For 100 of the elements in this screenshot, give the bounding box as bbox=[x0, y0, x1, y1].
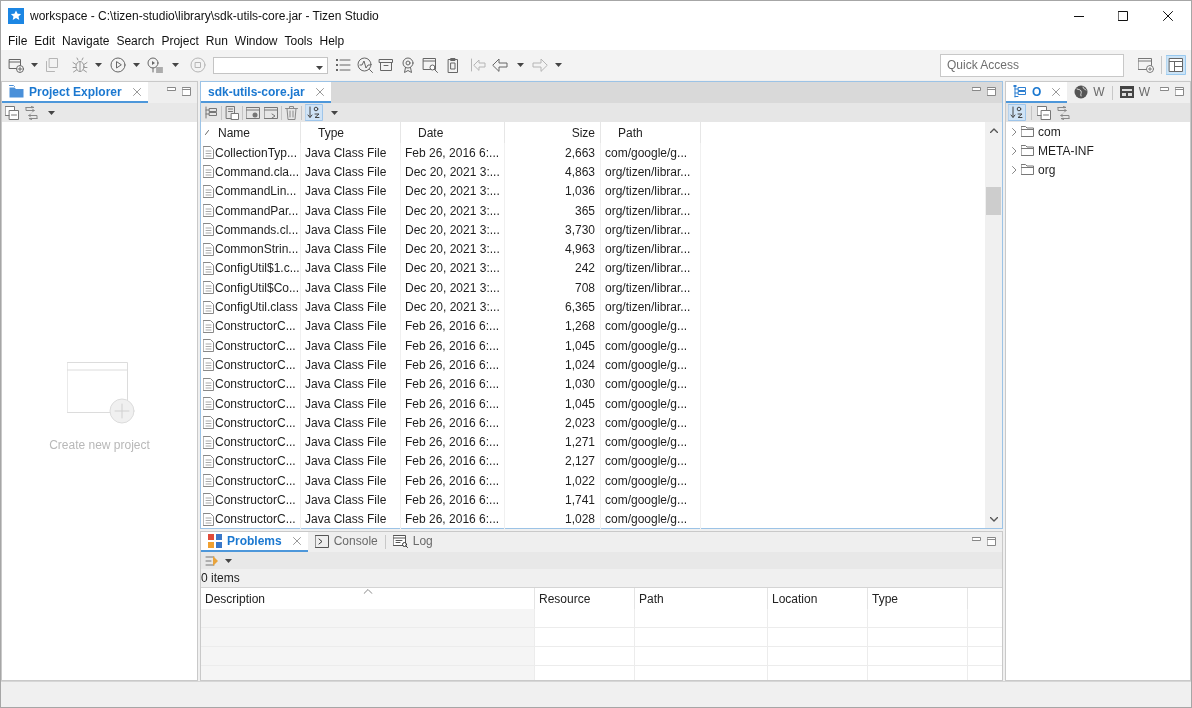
outline-icon[interactable] bbox=[1013, 85, 1027, 98]
dropdown-caret-icon[interactable] bbox=[331, 110, 338, 115]
log-icon[interactable] bbox=[392, 534, 408, 548]
column-header[interactable]: Location bbox=[768, 588, 868, 609]
trash-icon[interactable] bbox=[285, 105, 298, 120]
file-name[interactable]: CommandPar... bbox=[215, 201, 299, 220]
export-icon[interactable] bbox=[225, 105, 239, 120]
badge-icon[interactable] bbox=[400, 57, 416, 73]
pulse-icon[interactable] bbox=[357, 57, 373, 73]
chevron-right-icon[interactable] bbox=[1012, 165, 1017, 174]
problems-icon[interactable] bbox=[208, 534, 222, 548]
file-name[interactable]: ConstructorC... bbox=[215, 317, 296, 336]
dropdown-caret-icon[interactable] bbox=[48, 110, 55, 115]
open-perspective-icon[interactable] bbox=[1138, 57, 1154, 73]
file-name[interactable]: Command.cla... bbox=[215, 162, 300, 181]
maximize-icon[interactable] bbox=[182, 87, 191, 96]
panel-tab[interactable]: O bbox=[1006, 82, 1068, 103]
sync-arrows-icon[interactable] bbox=[1056, 105, 1071, 120]
menu-item[interactable]: Navigate bbox=[59, 32, 113, 49]
perspective-icon[interactable] bbox=[1166, 55, 1186, 75]
column-header[interactable]: Type bbox=[301, 122, 401, 143]
list-icon[interactable] bbox=[335, 57, 351, 73]
menu-item[interactable]: Project bbox=[158, 32, 202, 49]
window-view-icon[interactable] bbox=[1119, 85, 1134, 98]
close-window-icon[interactable] bbox=[1163, 11, 1173, 21]
tree-icon[interactable] bbox=[204, 105, 218, 120]
menu-item[interactable]: Run bbox=[202, 32, 231, 49]
dropdown-caret-icon[interactable] bbox=[555, 63, 562, 67]
file-name[interactable]: ConfigUtil$Co... bbox=[215, 278, 300, 297]
tree-item[interactable]: com bbox=[1006, 122, 1190, 141]
column-header[interactable]: Size bbox=[505, 122, 601, 143]
chevron-right-icon[interactable] bbox=[1012, 146, 1017, 155]
close-icon[interactable] bbox=[132, 87, 141, 96]
maximize-icon[interactable] bbox=[987, 537, 996, 546]
column-header[interactable]: Date bbox=[401, 122, 505, 143]
file-name[interactable]: ConstructorC... bbox=[215, 491, 296, 509]
column-header[interactable]: Path bbox=[601, 122, 701, 143]
quick-access-field[interactable]: Quick Access bbox=[940, 53, 1124, 77]
column-header[interactable]: Resource bbox=[535, 588, 635, 609]
minimize-icon[interactable] bbox=[1160, 87, 1169, 91]
collapse-all-icon[interactable] bbox=[5, 105, 19, 120]
dropdown-caret-icon[interactable] bbox=[95, 63, 102, 67]
scroll-up-icon[interactable] bbox=[989, 128, 998, 133]
panel-tab[interactable]: W bbox=[1067, 82, 1112, 103]
minimize-icon[interactable] bbox=[167, 87, 176, 91]
dropdown-caret-icon[interactable] bbox=[316, 65, 323, 70]
window-icon[interactable] bbox=[264, 105, 278, 120]
close-icon[interactable] bbox=[1052, 87, 1061, 96]
archive-icon[interactable] bbox=[378, 57, 394, 73]
file-name[interactable]: ConstructorC... bbox=[215, 355, 296, 374]
sync-arrows-icon[interactable] bbox=[24, 105, 39, 120]
window-maximize-icon[interactable] bbox=[1118, 11, 1128, 21]
file-name[interactable]: ConstructorC... bbox=[215, 471, 296, 490]
maximize-icon[interactable] bbox=[987, 87, 996, 96]
column-header[interactable]: Type bbox=[868, 588, 968, 609]
window-minimize-icon[interactable] bbox=[1074, 15, 1084, 17]
file-name[interactable]: ConstructorC... bbox=[215, 413, 296, 432]
tree-item[interactable]: org bbox=[1006, 160, 1190, 179]
tree-item[interactable]: META-INF bbox=[1006, 141, 1190, 160]
file-name[interactable]: CommandLin... bbox=[215, 182, 297, 201]
panel-tab[interactable]: Log bbox=[385, 532, 440, 552]
file-name[interactable]: CommonStrin... bbox=[215, 240, 299, 259]
globe-icon[interactable] bbox=[1074, 84, 1089, 99]
file-name[interactable]: ConfigUtil.class bbox=[215, 298, 298, 316]
column-header[interactable]: Name bbox=[201, 122, 301, 143]
panel-tab[interactable]: Console bbox=[307, 532, 385, 552]
folder-icon[interactable] bbox=[9, 85, 24, 98]
menu-item[interactable]: Edit bbox=[31, 32, 59, 49]
file-name[interactable]: ConfigUtil$1.c... bbox=[215, 259, 300, 278]
sort-icon[interactable] bbox=[305, 104, 323, 121]
menu-item[interactable]: Tools bbox=[281, 32, 316, 49]
menu-item[interactable]: File bbox=[5, 32, 31, 49]
file-name[interactable]: ConstructorC... bbox=[215, 433, 296, 452]
window-icon[interactable] bbox=[246, 105, 260, 120]
scroll-down-icon[interactable] bbox=[989, 517, 998, 522]
dropdown-caret-icon[interactable] bbox=[225, 558, 232, 563]
bug-icon[interactable] bbox=[72, 57, 88, 73]
maximize-icon[interactable] bbox=[1175, 87, 1184, 96]
minimize-icon[interactable] bbox=[972, 537, 981, 541]
chevron-right-icon[interactable] bbox=[1012, 127, 1017, 136]
file-name[interactable]: Commands.cl... bbox=[215, 220, 299, 239]
back-arrow-icon[interactable] bbox=[492, 57, 508, 73]
minimize-icon[interactable] bbox=[972, 87, 981, 91]
file-name[interactable]: ConstructorC... bbox=[215, 394, 296, 413]
file-name[interactable]: ConstructorC... bbox=[215, 510, 296, 529]
close-icon[interactable] bbox=[315, 87, 324, 96]
dropdown-caret-icon[interactable] bbox=[517, 63, 524, 67]
column-header[interactable]: Path bbox=[635, 588, 768, 609]
dropdown-caret-icon[interactable] bbox=[31, 63, 38, 67]
menu-item[interactable]: Help bbox=[316, 32, 348, 49]
file-name[interactable]: CollectionTyp... bbox=[215, 143, 298, 162]
window-search-icon[interactable] bbox=[422, 57, 438, 73]
dropdown-caret-icon[interactable] bbox=[172, 63, 179, 67]
collapse-all-icon[interactable] bbox=[1037, 105, 1051, 120]
sort-icon[interactable] bbox=[1008, 104, 1026, 121]
file-name[interactable]: ConstructorC... bbox=[215, 336, 296, 355]
play-circle-icon[interactable] bbox=[110, 57, 126, 73]
close-icon[interactable] bbox=[292, 537, 301, 545]
menu-item[interactable]: Window bbox=[231, 32, 281, 49]
file-name[interactable]: ConstructorC... bbox=[215, 375, 296, 394]
